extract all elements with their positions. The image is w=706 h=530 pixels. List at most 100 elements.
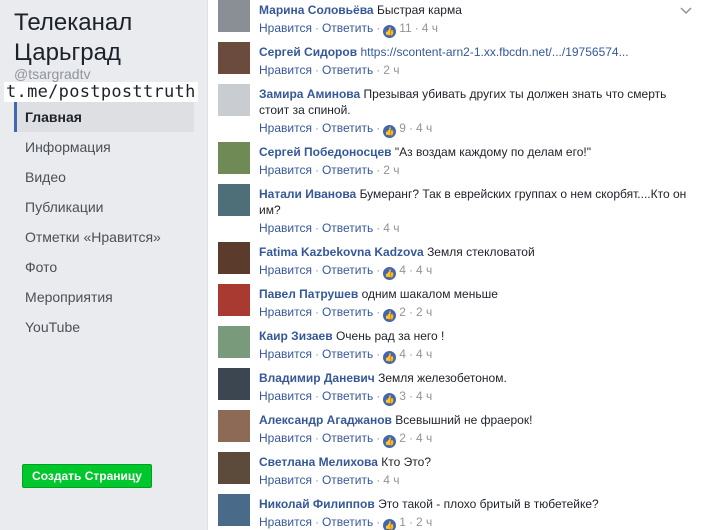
- comment-actions: Нравится · Ответить · 👍 9 · 4 ч: [259, 120, 432, 138]
- like-button[interactable]: Нравится: [259, 121, 312, 135]
- thumbs-up-icon: 👍: [383, 125, 397, 138]
- separator: ·: [376, 163, 381, 177]
- sidebar-item-5[interactable]: Фото: [14, 252, 194, 282]
- like-button[interactable]: Нравится: [259, 473, 312, 487]
- like-button[interactable]: Нравится: [259, 305, 312, 319]
- reply-button[interactable]: Ответить: [322, 163, 373, 177]
- comment-author[interactable]: Владимир Даневич: [259, 371, 375, 385]
- reply-button[interactable]: Ответить: [322, 221, 373, 235]
- comment-time[interactable]: 4 ч: [416, 347, 432, 361]
- avatar[interactable]: [218, 142, 250, 174]
- comment-author[interactable]: Fatima Kazbekovna Kadzova: [259, 245, 424, 259]
- comment-time[interactable]: 4 ч: [383, 221, 399, 235]
- like-button[interactable]: Нравится: [259, 263, 312, 277]
- reply-button[interactable]: Ответить: [322, 515, 373, 529]
- comment-actions: Нравится · Ответить · 2 ч: [259, 62, 400, 78]
- like-count[interactable]: 👍 2: [383, 305, 406, 322]
- comment-link[interactable]: https://scontent-arn2-1.xx.fbcdn.net/...…: [360, 45, 628, 59]
- sidebar-item-6[interactable]: Мероприятия: [14, 282, 194, 312]
- comment-time[interactable]: 4 ч: [416, 121, 432, 135]
- comment-author[interactable]: Николай Филиппов: [259, 497, 375, 511]
- like-count[interactable]: 👍 11: [383, 21, 412, 38]
- comment-time[interactable]: 4 ч: [416, 389, 432, 403]
- separator: ·: [376, 431, 381, 445]
- sidebar-item-3[interactable]: Публикации: [14, 192, 194, 222]
- like-count-value: 3: [399, 389, 406, 403]
- like-count[interactable]: 👍 9: [383, 121, 406, 138]
- avatar[interactable]: [218, 242, 250, 274]
- comment-body: Сергей Сидоров https://scontent-arn2-1.x…: [259, 44, 687, 60]
- comment-author[interactable]: Замира Аминова: [259, 87, 360, 101]
- comment-time[interactable]: 4 ч: [383, 473, 399, 487]
- reply-button[interactable]: Ответить: [322, 121, 373, 135]
- comment-author[interactable]: Марина Соловьёва: [259, 3, 374, 17]
- comment-text: Быстрая карма: [376, 3, 462, 17]
- page-title[interactable]: Телеканал Царьград: [14, 8, 204, 68]
- comment-text: Это такой - плохо бритый в тюбетейке?: [378, 497, 599, 511]
- separator: ·: [376, 221, 381, 235]
- like-button[interactable]: Нравится: [259, 163, 312, 177]
- create-page-button[interactable]: Создать Страницу: [22, 464, 152, 488]
- reply-button[interactable]: Ответить: [322, 389, 373, 403]
- like-count[interactable]: 👍 4: [383, 347, 406, 364]
- comment-body: Владимир Даневич Земля железобетоном.: [259, 370, 687, 386]
- reply-button[interactable]: Ответить: [322, 63, 373, 77]
- like-button[interactable]: Нравится: [259, 515, 312, 529]
- sidebar-item-0[interactable]: Главная: [14, 102, 194, 132]
- comment-text: Земля железобетоном.: [378, 371, 507, 385]
- like-count[interactable]: 👍 3: [383, 389, 406, 406]
- avatar[interactable]: [218, 184, 250, 216]
- avatar[interactable]: [218, 0, 250, 32]
- separator: ·: [314, 431, 319, 445]
- comment-author[interactable]: Александр Агаджанов: [259, 413, 392, 427]
- page-handle[interactable]: @tsargradtv: [14, 66, 90, 82]
- sidebar-item-4[interactable]: Отметки «Нравится»: [14, 222, 194, 252]
- sidebar-item-7[interactable]: YouTube: [14, 312, 194, 342]
- reply-button[interactable]: Ответить: [322, 305, 373, 319]
- comment-time[interactable]: 4 ч: [416, 431, 432, 445]
- comment-author[interactable]: Сергей Победоносцев: [259, 145, 392, 159]
- avatar[interactable]: [218, 494, 250, 526]
- separator: ·: [408, 515, 413, 529]
- comment-time[interactable]: 4 ч: [422, 21, 438, 35]
- avatar[interactable]: [218, 452, 250, 484]
- like-count[interactable]: 👍 4: [383, 263, 406, 280]
- like-button[interactable]: Нравится: [259, 347, 312, 361]
- comment-author[interactable]: Каир Зизаев: [259, 329, 333, 343]
- separator: ·: [314, 515, 319, 529]
- like-button[interactable]: Нравится: [259, 389, 312, 403]
- avatar[interactable]: [218, 326, 250, 358]
- comment-actions: Нравится · Ответить · 👍 4 · 4 ч: [259, 262, 432, 280]
- like-count[interactable]: 👍 1: [383, 515, 406, 530]
- avatar[interactable]: [218, 410, 250, 442]
- separator: ·: [314, 347, 319, 361]
- separator: ·: [314, 263, 319, 277]
- reply-button[interactable]: Ответить: [322, 431, 373, 445]
- comment-author[interactable]: Сергей Сидоров: [259, 45, 357, 59]
- like-button[interactable]: Нравится: [259, 63, 312, 77]
- reply-button[interactable]: Ответить: [322, 21, 373, 35]
- comment-actions: Нравится · Ответить · 2 ч: [259, 162, 400, 178]
- comment-time[interactable]: 2 ч: [383, 63, 399, 77]
- sidebar-item-2[interactable]: Видео: [14, 162, 194, 192]
- reply-button[interactable]: Ответить: [322, 347, 373, 361]
- avatar[interactable]: [218, 284, 250, 316]
- comment-time[interactable]: 4 ч: [416, 263, 432, 277]
- reply-button[interactable]: Ответить: [322, 263, 373, 277]
- comment-author[interactable]: Натали Иванова: [259, 187, 356, 201]
- comment-time[interactable]: 2 ч: [383, 163, 399, 177]
- comment-time[interactable]: 2 ч: [416, 305, 432, 319]
- like-count[interactable]: 👍 2: [383, 431, 406, 448]
- like-button[interactable]: Нравится: [259, 221, 312, 235]
- avatar[interactable]: [218, 368, 250, 400]
- sidebar-item-1[interactable]: Информация: [14, 132, 194, 162]
- separator: ·: [376, 121, 381, 135]
- comment-time[interactable]: 2 ч: [416, 515, 432, 529]
- comment-author[interactable]: Павел Патрушев: [259, 287, 358, 301]
- avatar[interactable]: [218, 84, 250, 116]
- reply-button[interactable]: Ответить: [322, 473, 373, 487]
- like-button[interactable]: Нравится: [259, 21, 312, 35]
- avatar[interactable]: [218, 42, 250, 74]
- like-button[interactable]: Нравится: [259, 431, 312, 445]
- comment-author[interactable]: Светлана Мелихова: [259, 455, 378, 469]
